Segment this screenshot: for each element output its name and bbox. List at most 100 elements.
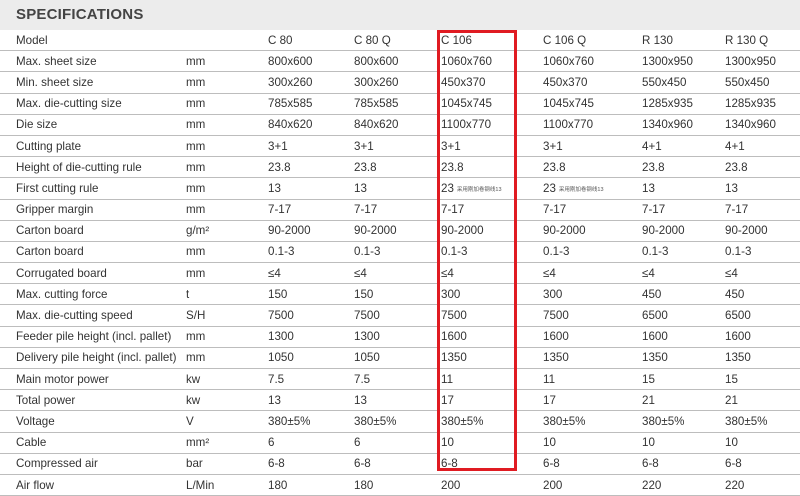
value-cell: 6-8 xyxy=(353,453,440,475)
value-text: 840x620 xyxy=(354,118,399,132)
value-cell: 15 xyxy=(724,368,800,391)
value-text: 10 xyxy=(642,436,655,450)
value-text: 200 xyxy=(543,478,563,492)
value-text: 23.8 xyxy=(354,160,377,174)
value-text: 90-2000 xyxy=(543,224,586,238)
value-text: 11 xyxy=(441,372,454,386)
table-row: Voltage V 380±5% 380±5% 380±5% 380±5% 380±5% 38… xyxy=(0,410,800,433)
value-text: 380±5% xyxy=(543,414,586,428)
value-text: 6500 xyxy=(642,309,668,323)
value-text: 11 xyxy=(543,372,556,386)
value-cell: 13 xyxy=(353,177,440,200)
value-cell: 380±5% xyxy=(267,410,353,433)
value-text: 150 xyxy=(354,287,374,301)
table-row: Max. cutting force t 150 150 300 300 450 450 xyxy=(0,283,800,306)
unit-label: kw xyxy=(185,368,267,391)
value-text: 1045x745 xyxy=(441,97,492,111)
value-text: 3+1 xyxy=(268,139,288,153)
value-cell: 300x260 xyxy=(353,71,440,94)
value-cell: 13 xyxy=(641,177,724,200)
value-text: 6500 xyxy=(725,309,751,323)
value-text: 300x260 xyxy=(354,75,399,89)
value-text: 1600 xyxy=(725,330,751,344)
value-text: 21 xyxy=(642,393,655,407)
value-text: 0.1-3 xyxy=(441,245,468,259)
table-row: Compressed air bar 6-8 6-8 6-8 6-8 6-8 6-8 xyxy=(0,453,800,475)
unit-label: mm xyxy=(185,177,267,200)
value-cell: 1350 xyxy=(542,347,641,370)
value-text: 0.1-3 xyxy=(725,245,752,259)
value-text: 380±5% xyxy=(268,414,311,428)
value-cell: 1300x950 xyxy=(641,50,724,73)
table-row: Max. die-cutting speed S/H 7500 7500 7500 750… xyxy=(0,304,800,327)
param-label: Max. die-cutting speed xyxy=(0,304,185,327)
value-text: 7-17 xyxy=(543,203,567,217)
value-cell: 1285x935 xyxy=(724,93,800,115)
value-cell: ≤4 xyxy=(353,262,440,285)
value-text: 7-17 xyxy=(268,203,292,217)
value-cell: 4+1 xyxy=(724,135,800,158)
value-cell: 7500 xyxy=(353,304,440,327)
value-cell: 1350 xyxy=(440,347,542,370)
value-cell: 7500 xyxy=(267,304,353,327)
value-text: 7500 xyxy=(441,309,467,323)
table-row: Die size mm 840x620 840x620 1100x770 1100x770… xyxy=(0,114,800,136)
param-label: Voltage xyxy=(0,410,185,433)
value-cell: 840x620 xyxy=(353,114,440,136)
value-cell: 6500 xyxy=(724,304,800,327)
value-text: 23 xyxy=(543,181,556,195)
value-cell: 0.1-3 xyxy=(267,241,353,264)
value-text: 6 xyxy=(354,436,361,450)
value-text: 15 xyxy=(642,372,655,386)
value-cell: 1045x745 xyxy=(440,93,542,115)
value-text: 450 xyxy=(642,287,662,301)
value-text: 7500 xyxy=(268,309,294,323)
header-model: C 80 xyxy=(267,30,353,52)
value-cell: 1600 xyxy=(641,326,724,348)
unit-label: mm xyxy=(185,156,267,179)
value-text: 6-8 xyxy=(268,457,285,471)
value-text: 4+1 xyxy=(642,139,662,153)
value-cell: 1340x960 xyxy=(724,114,800,136)
value-text: 6-8 xyxy=(441,457,458,471)
table-row: Main motor power kw 7.5 7.5 11 11 15 15 xyxy=(0,368,800,391)
value-cell: 6-8 xyxy=(440,453,542,475)
table-row: Cutting plate mm 3+1 3+1 3+1 3+1 4+1 4+1 xyxy=(0,135,800,158)
table-row: Max. die-cutting size mm 785x585 785x585 104… xyxy=(0,93,800,115)
param-label: Die size xyxy=(0,114,185,136)
value-cell: 800x600 xyxy=(267,50,353,73)
value-cell: 3+1 xyxy=(440,135,542,158)
value-cell: 3+1 xyxy=(353,135,440,158)
value-cell: 1100x770 xyxy=(542,114,641,136)
value-text: 300 xyxy=(543,287,563,301)
value-cell: 6 xyxy=(267,432,353,454)
value-text: 3+1 xyxy=(441,139,461,153)
value-cell: 3+1 xyxy=(542,135,641,158)
value-text: 1285x935 xyxy=(642,97,693,111)
header-row: Model C 80 C 80 Q C 106 C 106 Q R 130 R … xyxy=(0,30,800,52)
value-text: 1060x760 xyxy=(441,54,492,68)
value-text: 300 xyxy=(441,287,461,301)
value-text: 23.8 xyxy=(725,160,748,174)
value-text: 1100x770 xyxy=(441,118,492,132)
value-text: 1340x960 xyxy=(642,118,693,132)
value-cell: 13 xyxy=(353,389,440,412)
value-cell: 1050 xyxy=(267,347,353,370)
value-cell: 200 xyxy=(440,474,542,496)
value-cell: 1350 xyxy=(641,347,724,370)
value-text: 7-17 xyxy=(354,203,378,217)
value-text: 6-8 xyxy=(725,457,742,471)
unit-label: mm xyxy=(185,135,267,158)
value-cell: 90-2000 xyxy=(267,220,353,242)
value-cell: 180 xyxy=(353,474,440,496)
param-label: Corrugated board xyxy=(0,262,185,285)
value-cell: 200 xyxy=(542,474,641,496)
value-text: 1350 xyxy=(441,351,467,365)
value-text: ≤4 xyxy=(725,266,738,280)
value-cell: 1300x950 xyxy=(724,50,800,73)
unit-label: g/m² xyxy=(185,220,267,242)
value-cell: 15 xyxy=(641,368,724,391)
value-cell: 840x620 xyxy=(267,114,353,136)
value-cell: 380±5% xyxy=(353,410,440,433)
param-label: Min. sheet size xyxy=(0,71,185,94)
